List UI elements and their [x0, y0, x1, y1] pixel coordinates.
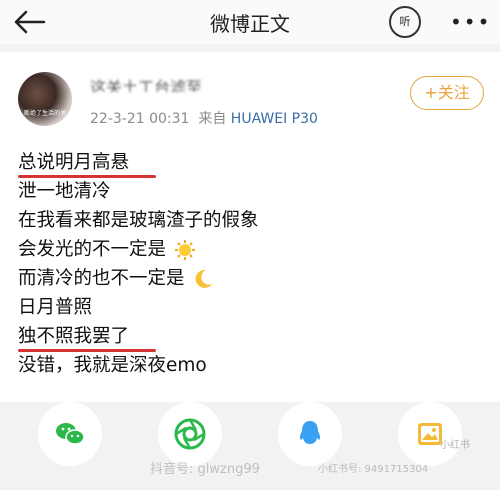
post-line-2: 泄一地清冷 — [18, 181, 111, 202]
post-line-1: 总说明月高悬 — [18, 148, 259, 178]
share-photo-button[interactable] — [398, 402, 462, 466]
avatar-caption: 断绝了生活的关 — [24, 110, 67, 117]
share-qq-button[interactable] — [278, 402, 342, 466]
xiaohongshu-badge: 小红书 — [440, 440, 470, 451]
qq-icon — [299, 421, 321, 444]
post-line-text: 而清冷的也不一定是 — [18, 268, 185, 289]
top-nav-bar: 微博正文 听 ••• — [0, 0, 500, 44]
post-line-6: 日月普照 — [18, 297, 93, 318]
xiaohongshu-watermark: 小红书号: 9491715304 — [318, 464, 429, 475]
more-options-button[interactable]: ••• — [450, 10, 490, 34]
post-line-8: 没错，我就是深夜emo — [18, 355, 207, 376]
post-line-7: 独不照我罢了 — [18, 322, 259, 352]
post-card: 断绝了生活的关 这关土工台滤至 22-3-21 00:31 来自 HUAWEI … — [0, 52, 500, 402]
follow-button[interactable]: +关注 — [410, 76, 484, 110]
douyin-watermark: 抖音号: glwzng99 — [150, 462, 260, 477]
timestamp: 22-3-21 00:31 — [90, 111, 190, 127]
source-prefix: 来自 — [198, 111, 227, 127]
moon-emoji-icon — [195, 269, 213, 288]
listen-button[interactable]: 听 — [389, 6, 421, 38]
share-moments-button[interactable] — [158, 402, 222, 466]
post-line-text: 总说明月高悬 — [18, 152, 130, 173]
sun-emoji-icon — [174, 240, 195, 260]
username[interactable]: 这关土工台滤至 — [90, 74, 240, 92]
listen-label: 听 — [399, 15, 411, 28]
post-line-text: 独不照我罢了 — [18, 326, 130, 347]
source-device: HUAWEI P30 — [230, 111, 318, 127]
post-body: 总说明月高悬 泄一地清冷 在我看来都是玻璃渣子的假象 会发光的不一定是 而清冷的… — [18, 148, 259, 380]
post-meta: 22-3-21 00:31 来自 HUAWEI P30 — [90, 108, 318, 128]
post-line-3: 在我看来都是玻璃渣子的假象 — [18, 210, 259, 231]
moments-icon — [174, 418, 206, 450]
post-line-5: 而清冷的也不一定是 — [18, 264, 259, 293]
page-title: 微博正文 — [210, 12, 290, 36]
wechat-icon — [56, 423, 85, 445]
post-line-4: 会发光的不一定是 — [18, 235, 259, 264]
share-wechat-button[interactable] — [38, 402, 102, 466]
avatar[interactable]: 断绝了生活的关 — [18, 72, 72, 126]
post-line-text: 会发光的不一定是 — [18, 239, 167, 260]
